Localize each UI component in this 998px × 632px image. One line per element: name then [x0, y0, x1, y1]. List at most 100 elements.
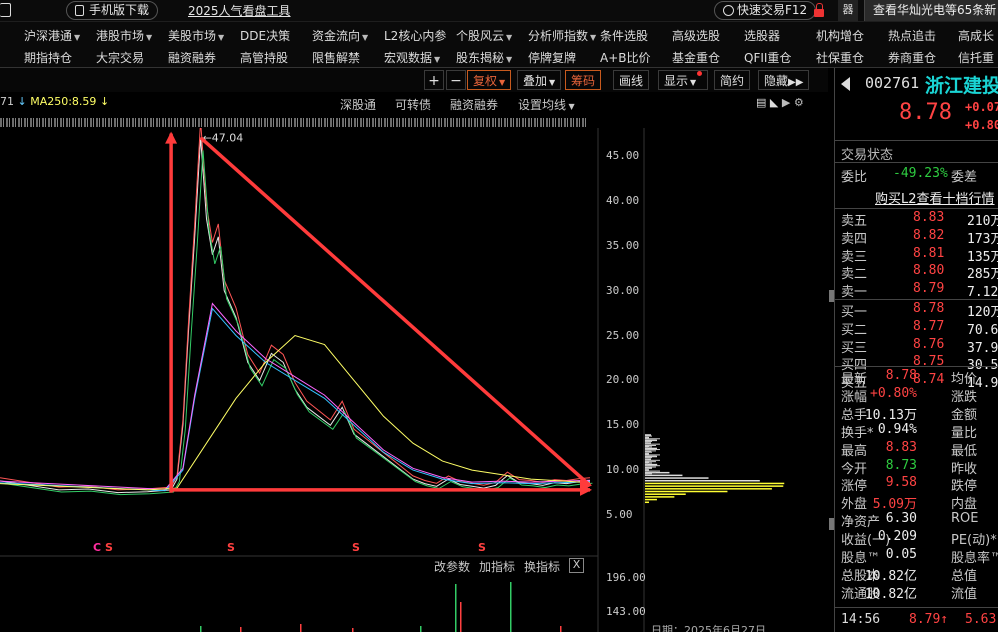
divider: [835, 208, 998, 209]
edit-params-button[interactable]: 改参数: [434, 558, 470, 575]
divider: [835, 299, 998, 300]
chip-bar: [645, 436, 648, 438]
chevron-down-icon: ▼: [506, 55, 513, 64]
quick-trade-button[interactable]: 快速交易F12: [714, 1, 817, 20]
menu-item[interactable]: 高成长: [958, 27, 994, 44]
close-indicator-button[interactable]: X: [569, 558, 584, 573]
add-indicator-button[interactable]: 加指标: [479, 558, 515, 575]
y-tick-label: 40.00: [606, 193, 640, 207]
signal-marker[interactable]: C: [93, 541, 101, 554]
triangle-icon[interactable]: ◣: [770, 96, 778, 109]
down-arrow-icon: ↓: [17, 95, 27, 108]
chip-bar: [645, 449, 660, 451]
chip-bar: [645, 467, 652, 469]
kline-chart[interactable]: ←47.04: [0, 128, 828, 632]
sell-order-row[interactable]: 卖一 8.79 7.12万: [841, 281, 998, 300]
convertible-link[interactable]: 可转债: [395, 96, 431, 113]
menu-item[interactable]: 期指持仓: [24, 49, 72, 66]
menu-item[interactable]: 高级选股: [672, 27, 720, 44]
menu-item[interactable]: 高管持股: [240, 49, 288, 66]
menu-item[interactable]: 资金流向 ▼: [312, 27, 368, 44]
menu-item[interactable]: A+B比价: [600, 49, 651, 66]
menu-item[interactable]: 分析师指数 ▼: [528, 27, 596, 44]
menu-item[interactable]: 股东揭秘 ▼: [456, 49, 512, 66]
play-icon[interactable]: ▶: [782, 96, 790, 109]
sell-order-row[interactable]: 卖二 8.80 285万: [841, 263, 998, 282]
trend-line-upper[interactable]: [199, 136, 592, 487]
stat-value: 10.82亿: [864, 568, 917, 584]
draw-line-button[interactable]: 画线: [613, 70, 650, 90]
menu-item[interactable]: 个股风云 ▼: [456, 27, 512, 44]
y-tick-label: 25.00: [606, 328, 640, 342]
menu-item[interactable]: 社保重仓: [816, 49, 864, 66]
shenzhen-connect-link[interactable]: 深股通: [340, 96, 376, 113]
menu-item[interactable]: 美股市场 ▼: [168, 27, 224, 44]
zoom-in-button[interactable]: +: [424, 70, 444, 90]
simple-mode-button[interactable]: 简约: [714, 70, 751, 90]
tick-footer: 14:56 8.79↑ 5.63万: [835, 607, 998, 632]
zoom-out-button[interactable]: −: [446, 70, 466, 90]
menu-item[interactable]: 信托重: [958, 49, 994, 66]
order-level-label: 买一: [841, 305, 868, 320]
stat-value: 9.58: [885, 475, 917, 491]
switch-indicator-button[interactable]: 换指标: [524, 558, 560, 575]
chips-button[interactable]: 筹码: [565, 70, 602, 90]
grid-menu-button[interactable]: 器: [838, 0, 858, 21]
signal-marker[interactable]: S: [352, 541, 360, 554]
signal-marker[interactable]: S: [227, 541, 235, 554]
stat-value: 0.05: [885, 547, 917, 562]
menu-item-label: 大宗交易: [96, 51, 145, 65]
menu-item[interactable]: QFII重仓: [744, 49, 791, 66]
restore-rights-dropdown[interactable]: 复权 ▼: [467, 70, 512, 90]
buy-order-row[interactable]: 买三 8.76 37.9万: [841, 337, 998, 356]
set-ma-dropdown[interactable]: 设置均线 ▼: [518, 96, 575, 113]
menu-item[interactable]: 融资融券: [168, 49, 216, 66]
menu-item[interactable]: 停牌复牌: [528, 49, 576, 66]
lock-icon[interactable]: [814, 3, 825, 17]
prev-stock-icon[interactable]: [841, 77, 850, 91]
menu-item[interactable]: 限售解禁: [312, 49, 360, 66]
chip-bar: [645, 474, 648, 476]
sell-order-row[interactable]: 卖三 8.81 135万: [841, 246, 998, 265]
display-dropdown[interactable]: 显示 ▼: [658, 70, 709, 90]
menu-item[interactable]: 港股市场 ▼: [96, 27, 152, 44]
menu-item[interactable]: 券商重仓: [888, 49, 936, 66]
chart-tools-icons[interactable]: ▤ ◣ ▶ ⚙: [756, 96, 804, 109]
menu-item[interactable]: 热点追击: [888, 27, 936, 44]
menu-item[interactable]: DDE决策: [240, 27, 290, 44]
menu-item[interactable]: 基金重仓: [672, 49, 720, 66]
menu-item[interactable]: 大宗交易: [96, 49, 144, 66]
popular-tool-link[interactable]: 2025人气看盘工具: [188, 2, 291, 19]
ma250-value: MA250:8.59: [30, 95, 97, 108]
sell-order-row[interactable]: 卖四 8.82 173万: [841, 228, 998, 247]
menu-item[interactable]: L2核心内参: [384, 27, 446, 44]
hide-button[interactable]: 隐藏▶▶: [758, 70, 810, 90]
chip-bar: [645, 439, 656, 441]
chip-bar: [645, 453, 648, 455]
menu-item[interactable]: 机构增仓: [816, 27, 864, 44]
signal-marker[interactable]: S: [105, 541, 113, 554]
sell-order-row[interactable]: 卖五 8.83 210万: [841, 210, 998, 229]
buy-order-row[interactable]: 买二 8.77 70.6万: [841, 319, 998, 338]
gear-icon[interactable]: ⚙: [794, 96, 804, 109]
margin-link[interactable]: 融资融券: [450, 96, 498, 113]
divider: [835, 162, 998, 163]
date-label: 日期：2025年6月27日: [651, 624, 766, 632]
menu-item[interactable]: 沪深港通 ▼: [24, 27, 80, 44]
buy-l2-link[interactable]: 购买L2查看十档行情: [875, 188, 995, 207]
stat-label: 总手: [841, 407, 868, 423]
mobile-download-button[interactable]: 手机版下载: [66, 1, 159, 20]
chip-bar: [645, 438, 660, 440]
stock-name[interactable]: 浙江建投: [925, 71, 998, 98]
menu-item[interactable]: 宏观数据 ▼: [384, 49, 440, 66]
overlay-dropdown[interactable]: 叠加 ▼: [517, 70, 562, 90]
bar-chart-icon[interactable]: ▤: [756, 96, 766, 109]
menu-item[interactable]: 选股器: [744, 27, 780, 44]
order-price: 8.83: [913, 210, 945, 225]
price-high-line: [0, 128, 591, 491]
signal-marker[interactable]: S: [478, 541, 486, 554]
news-ticker-button[interactable]: 查看华灿光电等65条新: [864, 0, 998, 21]
menu-item[interactable]: 条件选股: [600, 27, 648, 44]
stock-price: 8.78: [899, 100, 952, 125]
buy-order-row[interactable]: 买一 8.78 120万: [841, 301, 998, 320]
